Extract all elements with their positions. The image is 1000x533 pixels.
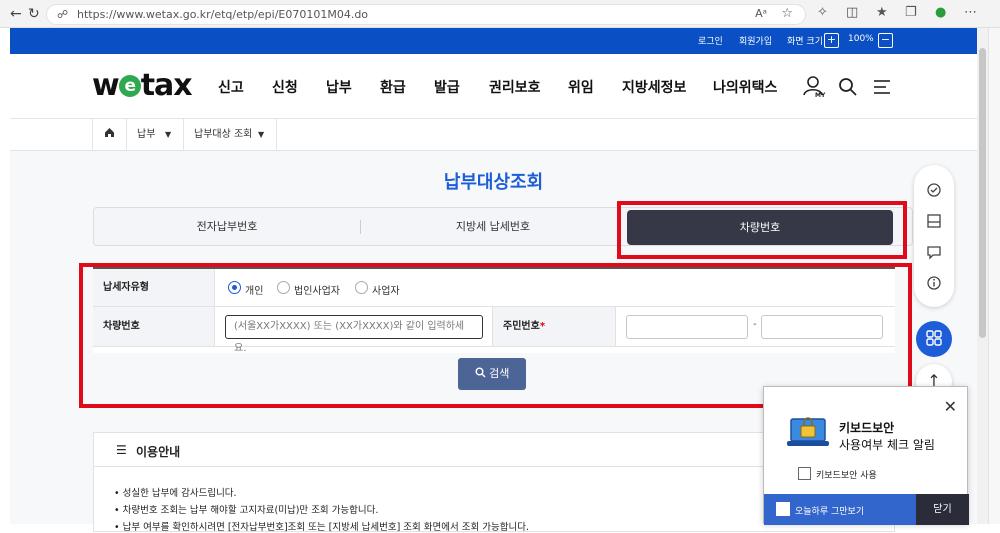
menu-issue[interactable]: 발급: [434, 77, 460, 97]
back-icon[interactable]: ←: [10, 6, 22, 22]
guide-line-2: • 차량번호 조회는 납부 해야할 고지자료(미납)만 조회 가능합니다.: [114, 505, 379, 516]
close-icon[interactable]: ✕: [944, 397, 957, 416]
menu-apply[interactable]: 신청: [272, 77, 298, 97]
address-bar[interactable]: ☍ https://www.wetax.go.kr/etq/etp/epi/E0…: [46, 4, 806, 25]
breadcrumb-level1-label: 납부: [137, 129, 156, 140]
zoom-label: 화면 크기: [787, 37, 823, 47]
my-label: MY: [815, 92, 826, 99]
browser-sidebar: [988, 28, 1000, 524]
quick-menu: [914, 165, 954, 307]
breadcrumb-level2[interactable]: 납부대상 조회 ▼: [183, 119, 277, 151]
search-icon[interactable]: [838, 77, 858, 97]
zoom-out-button[interactable]: −: [878, 33, 893, 48]
logo-text-e: e: [118, 75, 141, 97]
page-title: 납부대상조회: [443, 172, 544, 193]
guide-line-1: • 성실한 납부에 감사드립니다.: [114, 488, 237, 499]
keyboard-security-popup: ✕ 키보드보안 사용여부 체크 알림 키보드보안 사용 오늘하루 그만보기 닫기: [763, 386, 969, 525]
guide-line-3: • 납부 여부를 확인하시려면 [전자납부번호]조회 또는 [지방세 납세번호]…: [114, 522, 530, 533]
inbox-icon[interactable]: [926, 213, 942, 229]
copilot-icon[interactable]: ●: [935, 5, 946, 20]
url-text: https://www.wetax.go.kr/etq/etp/epi/E070…: [77, 8, 369, 21]
usage-guide-title: 이용안내: [136, 445, 181, 459]
menu-rights[interactable]: 권리보호: [489, 77, 541, 97]
popup-close-button[interactable]: 닫기: [916, 494, 969, 525]
utility-bar: 로그인 회원가입 화면 크기 + 100% −: [10, 28, 977, 54]
browser-toolbar: ← ↻ ☍ https://www.wetax.go.kr/etq/etp/ep…: [0, 0, 1000, 28]
page-scrollbar[interactable]: [977, 28, 988, 524]
tab-electronic-payment-number[interactable]: 전자납부번호: [94, 208, 360, 245]
collections-icon[interactable]: ❐: [905, 5, 917, 20]
keyboard-popup-title: 키보드보안: [839, 421, 895, 435]
menu-local-tax-info[interactable]: 지방세정보: [622, 77, 686, 97]
chevron-down-icon: ▼: [165, 130, 172, 139]
home-icon[interactable]: [92, 119, 126, 151]
my-page-icon[interactable]: MY: [803, 74, 827, 102]
split-screen-icon[interactable]: ◫: [846, 5, 858, 20]
menu-pay[interactable]: 납부: [326, 77, 352, 97]
scrollbar-thumb[interactable]: [979, 48, 986, 338]
logo-text-w: w: [92, 68, 120, 103]
tab-local-tax-number[interactable]: 지방세 납세번호: [360, 208, 626, 245]
login-link[interactable]: 로그인: [698, 34, 723, 47]
menu-my-wetax[interactable]: 나의위택스: [713, 77, 777, 97]
info-icon[interactable]: [926, 275, 942, 291]
favorite-star-icon[interactable]: ☆: [781, 6, 793, 21]
extensions-icon[interactable]: ✧: [817, 5, 828, 20]
keyboard-security-checkbox-label[interactable]: 키보드보안 사용: [816, 468, 877, 481]
breadcrumb: 납부 ▼ 납부대상 조회 ▼: [10, 119, 977, 151]
breadcrumb-level2-label: 납부대상 조회: [194, 129, 253, 140]
zoom-value: 100%: [848, 34, 874, 44]
site-header: w e tax 신고 신청 납부 환급 발급 권리보호 위임 지방세정보 나의위택스…: [10, 54, 977, 119]
logo-text-tax: tax: [140, 68, 193, 103]
site-info-icon[interactable]: ☍: [57, 8, 68, 21]
highlight-box-tab: [617, 201, 907, 259]
keyboard-security-checkbox[interactable]: [798, 467, 811, 480]
hamburger-menu-icon[interactable]: [873, 78, 893, 96]
read-aloud-icon[interactable]: Aᵃ: [755, 7, 767, 20]
menu-report[interactable]: 신고: [218, 77, 244, 97]
keyboard-popup-subtitle: 사용여부 체크 알림: [839, 438, 935, 452]
chat-check-icon[interactable]: [926, 182, 942, 198]
wetax-logo[interactable]: w e tax: [92, 68, 193, 103]
all-menu-grid-button[interactable]: [916, 321, 952, 357]
laptop-lock-icon: [786, 411, 830, 449]
chevron-down-icon: ▼: [258, 130, 265, 139]
favorites-icon[interactable]: ★: [876, 5, 888, 20]
grid-icon: [926, 330, 942, 346]
menu-delegate[interactable]: 위임: [568, 77, 594, 97]
dont-show-today-checkbox[interactable]: [776, 502, 790, 516]
breadcrumb-level1[interactable]: 납부 ▼: [126, 119, 183, 151]
refresh-icon[interactable]: ↻: [28, 6, 40, 22]
dont-show-today-bar: 오늘하루 그만보기: [764, 494, 916, 525]
join-link[interactable]: 회원가입: [739, 34, 772, 47]
chat-icon[interactable]: [926, 244, 942, 260]
zoom-in-button[interactable]: +: [824, 33, 839, 48]
menu-refund[interactable]: 환급: [380, 77, 406, 97]
guide-list-icon: ☰: [116, 443, 127, 457]
browser-menu-icon[interactable]: ⋯: [964, 5, 977, 20]
dont-show-today-label[interactable]: 오늘하루 그만보기: [795, 504, 864, 517]
